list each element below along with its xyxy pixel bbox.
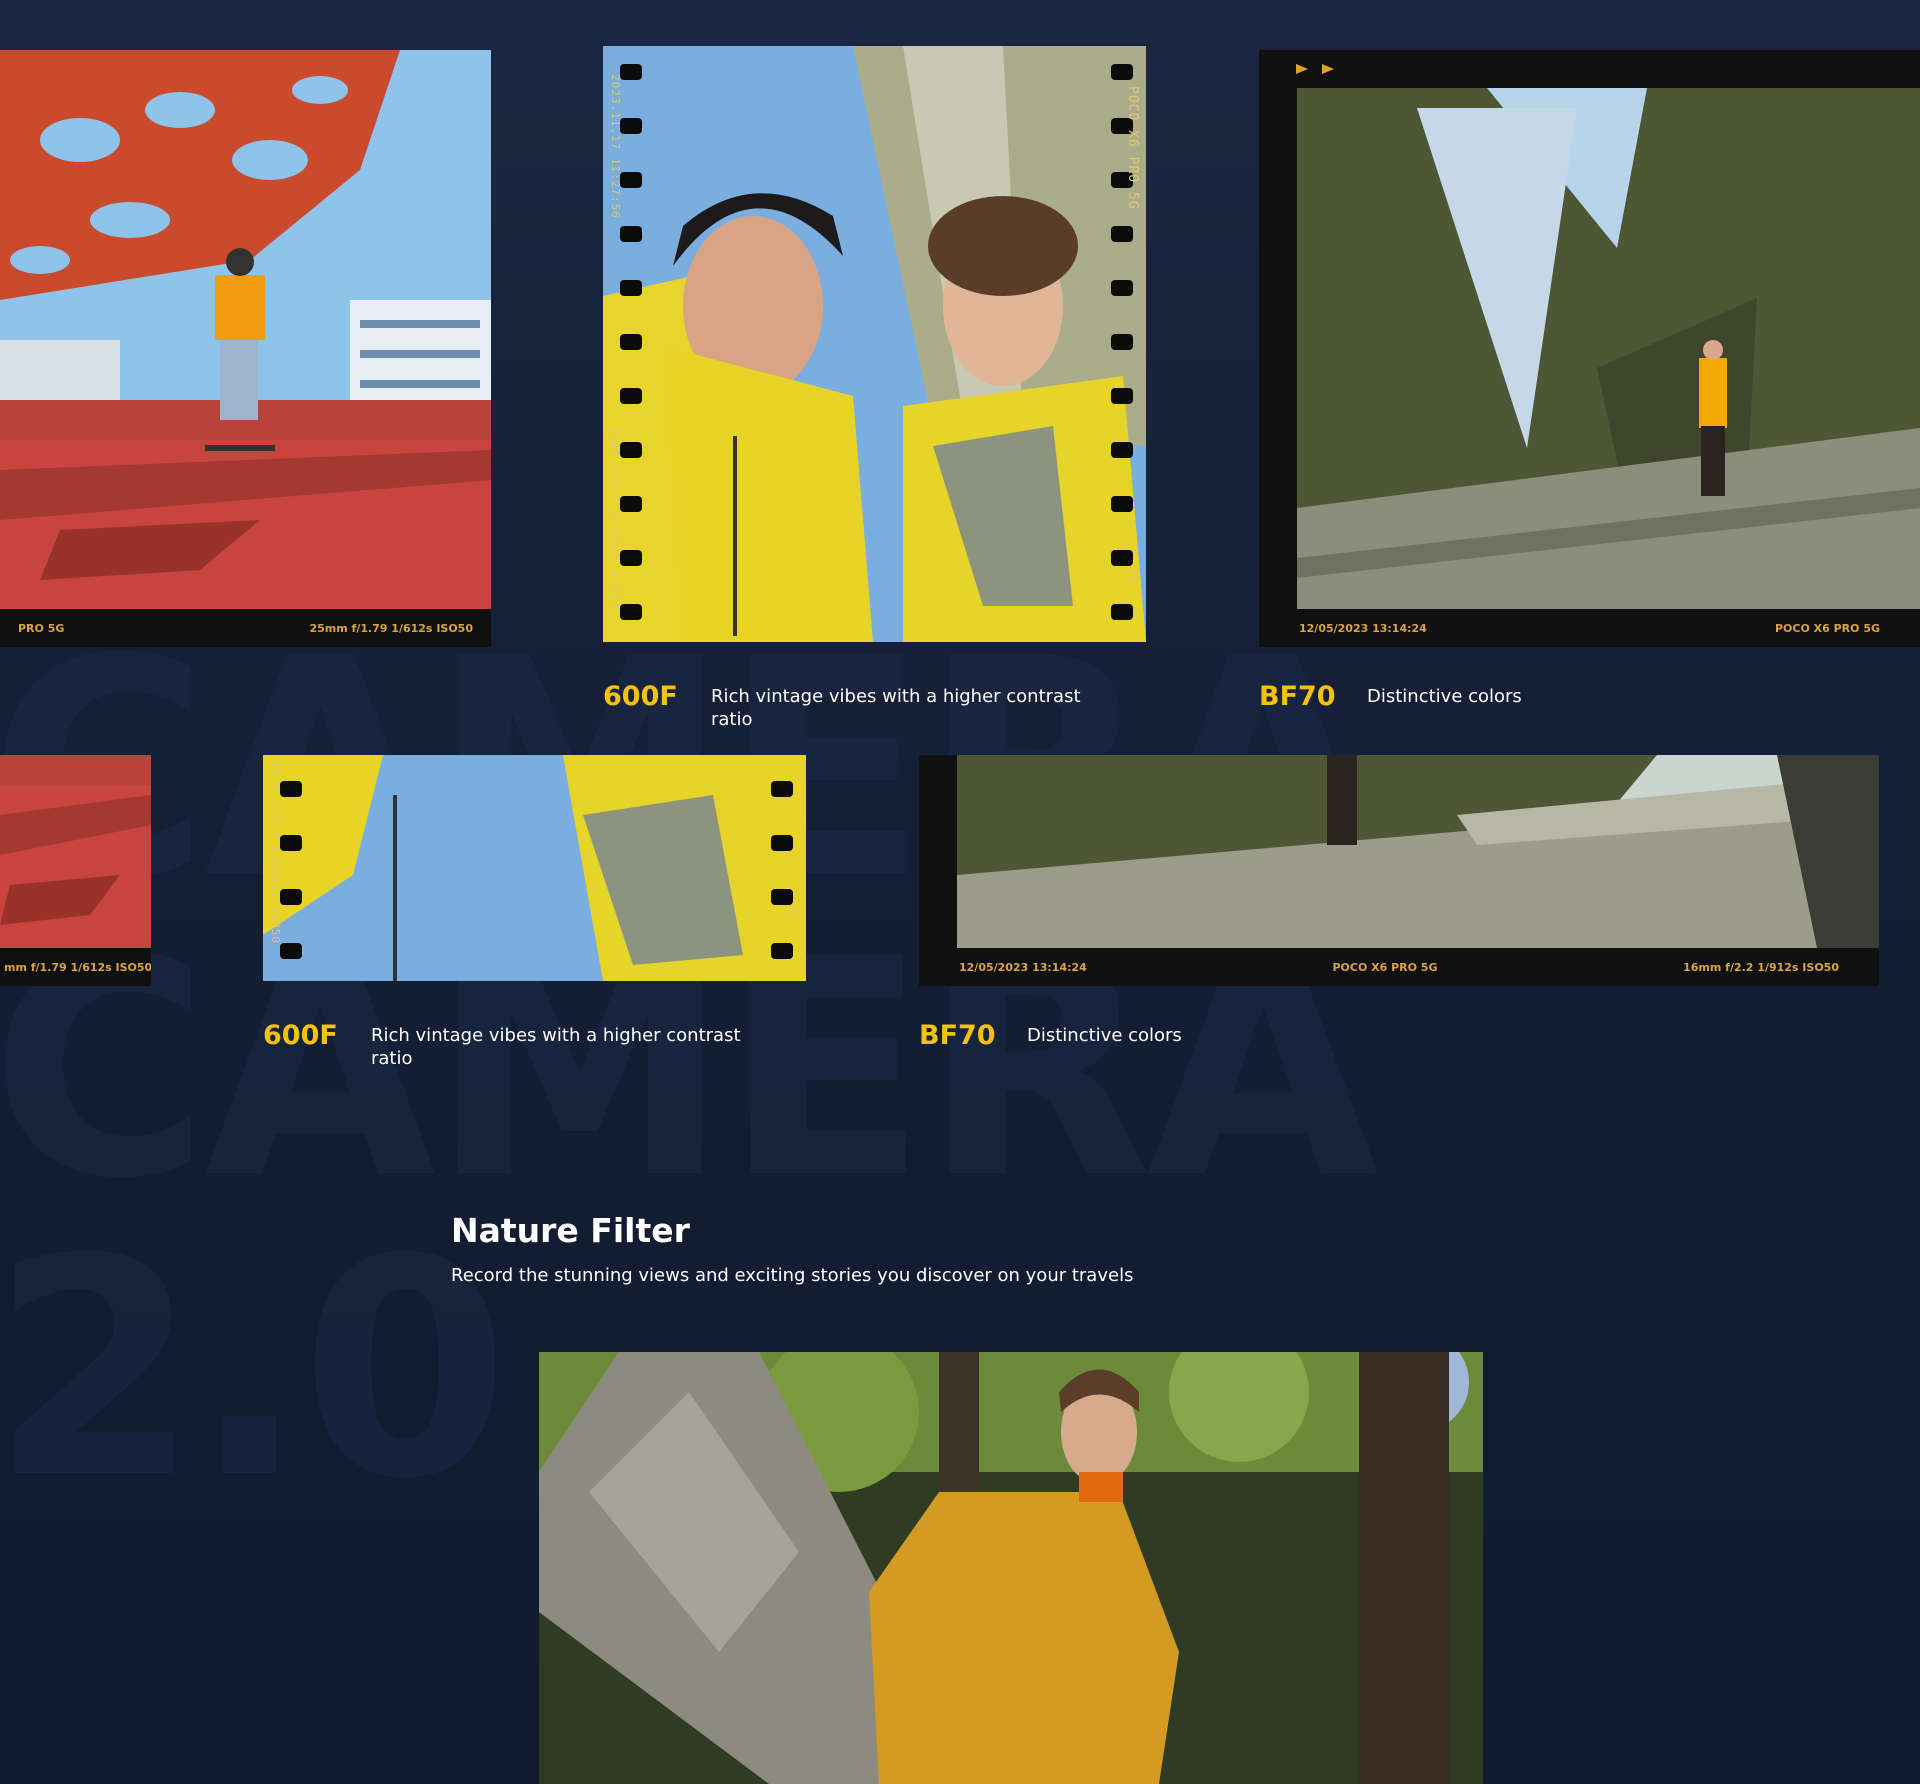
nature-filter-subtitle: Record the stunning views and exciting s… xyxy=(451,1265,1134,1286)
film-crop-exposure: 24mm f/2.4 1/2451s ISO50 xyxy=(269,761,282,944)
yellow-jacket-crop-photo xyxy=(263,755,806,981)
filter-name-600f: 600F xyxy=(603,681,678,712)
bridge-meta-date: 12/05/2023 13:14:24 xyxy=(1299,621,1427,635)
filter-desc-600f-2: Rich vintage vibes with a higher contras… xyxy=(371,1025,741,1069)
caption-bf70-row2: BF70 Distinctive colors xyxy=(919,1021,1407,1051)
play-arrow-icon xyxy=(1322,64,1334,74)
nature-filter-title: Nature Filter xyxy=(451,1211,690,1250)
two-people-portrait-photo xyxy=(603,46,1146,642)
nature-photo-card xyxy=(539,1352,1483,1784)
walkway-meta-brand: POCO X6 PRO 5G xyxy=(1332,960,1438,974)
film-crop-frame: 12 xyxy=(787,905,800,921)
film-date-text: 2023.11.17 11:27:56 xyxy=(609,74,622,219)
caption-bf70-row1: BF70 Distinctive colors xyxy=(1259,682,1747,712)
walkway-photo xyxy=(957,755,1879,948)
skate-meta-right: 25mm f/1.79 1/612s ISO50 xyxy=(309,621,473,635)
skate-meta-left: PRO 5G xyxy=(18,621,65,635)
film-exposure-text: 24mm f/2.4 1/2451s ISO50 xyxy=(609,426,622,609)
skate-photo-card: PRO 5G 25mm f/1.79 1/612s ISO50 xyxy=(0,50,491,647)
skate-photo-card-2: mm f/1.79 1/612s ISO50 xyxy=(0,755,151,986)
walkway-photo-card: 12/05/2023 13:14:24 POCO X6 PRO 5G 16mm … xyxy=(919,755,1879,986)
skate2-meta: mm f/1.79 1/612s ISO50 xyxy=(4,960,151,974)
filter-desc-bf70: Distinctive colors xyxy=(1367,686,1522,707)
bridge-meta-brand: POCO X6 PRO 5G xyxy=(1774,621,1880,635)
filter-desc-bf70-2: Distinctive colors xyxy=(1027,1025,1182,1046)
walkway-meta-date: 12/05/2023 13:14:24 xyxy=(959,960,1087,974)
filter-name-bf70: BF70 xyxy=(1259,681,1336,712)
filter-name-bf70-2: BF70 xyxy=(919,1020,996,1051)
filter-name-600f-2: 600F xyxy=(263,1020,338,1051)
film-crop-card: 24mm f/2.4 1/2451s ISO50 12 xyxy=(263,755,806,981)
caption-600f-row1: 600F Rich vintage vibes with a higher co… xyxy=(603,682,1091,731)
film-frame-number: 12 xyxy=(1127,566,1140,582)
skate-photo xyxy=(0,50,491,609)
walkway-meta-exposure: 16mm f/2.2 1/912s ISO50 xyxy=(1683,960,1839,974)
film-portrait-card: 2023.11.17 11:27:56 24mm f/2.4 1/2451s I… xyxy=(603,46,1146,642)
filter-desc-600f: Rich vintage vibes with a higher contras… xyxy=(711,686,1081,730)
skate-photo-2 xyxy=(0,755,151,948)
forest-portrait-photo xyxy=(539,1352,1483,1784)
bridge-photo xyxy=(1297,88,1920,609)
bridge-photo-card: 12/05/2023 13:14:24 POCO X6 PRO 5G xyxy=(1259,50,1920,647)
caption-600f-row2: 600F Rich vintage vibes with a higher co… xyxy=(263,1021,751,1070)
film-brand-text: POCO X6 PRO 5G xyxy=(1125,86,1140,210)
play-arrow-icon xyxy=(1296,64,1308,74)
